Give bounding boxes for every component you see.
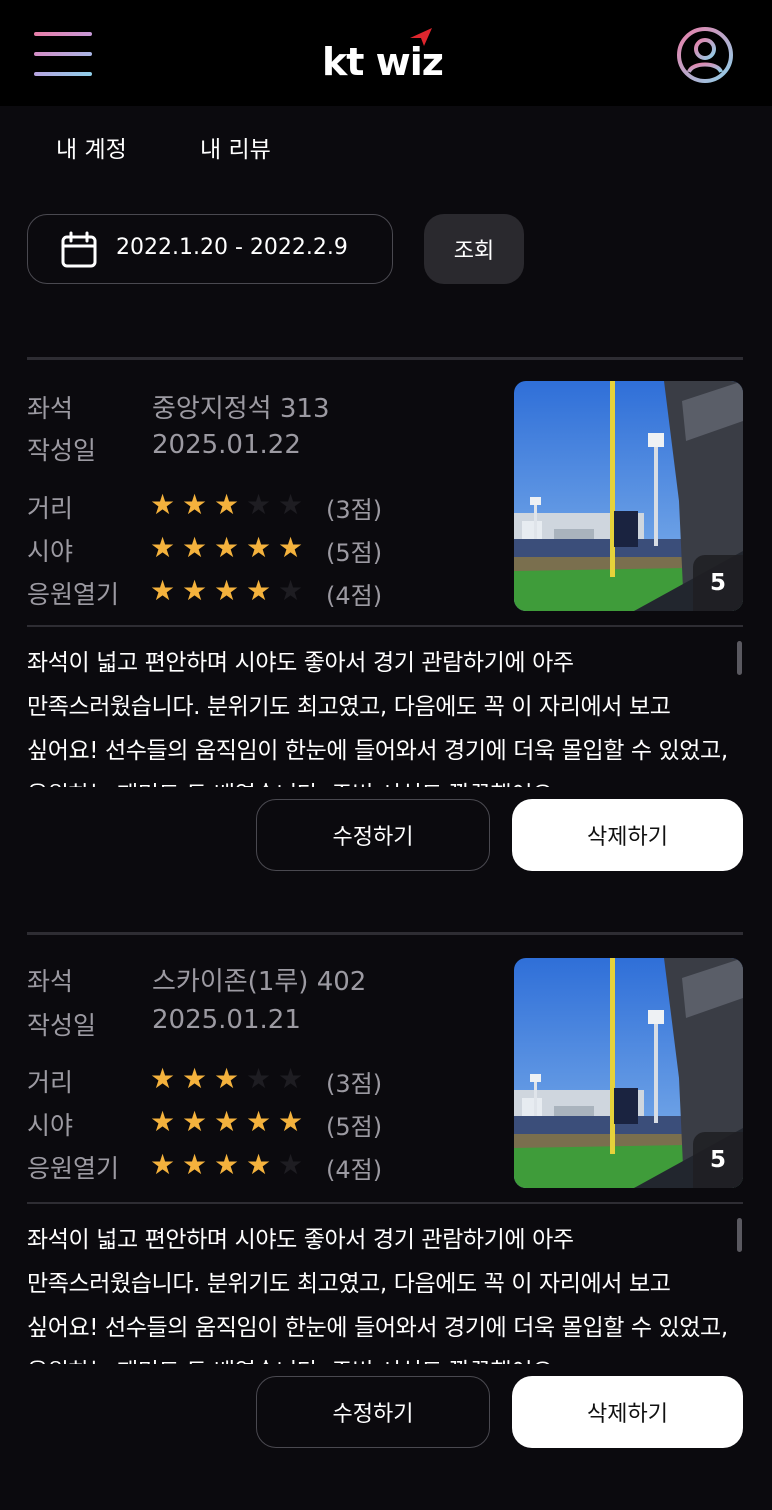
menu-line bbox=[34, 52, 92, 56]
tab-my-reviews[interactable]: 내 리뷰 bbox=[200, 130, 271, 164]
distance-score: (3점) bbox=[326, 496, 383, 524]
cheering-label: 응원열기 bbox=[27, 1154, 120, 1183]
delete-review-button[interactable]: 삭제하기 bbox=[512, 799, 743, 871]
review-text[interactable]: 좌석이 넓고 편안하며 시야도 좋아서 경기 관람하기에 아주 만족스러웠습니다… bbox=[27, 1218, 735, 1364]
card-divider bbox=[27, 932, 743, 935]
star-filled-icon: ★ bbox=[150, 488, 176, 521]
star-filled-icon: ★ bbox=[182, 1062, 208, 1095]
star-filled-icon: ★ bbox=[214, 574, 240, 607]
seat-label: 좌석 bbox=[27, 394, 74, 423]
menu-line bbox=[34, 72, 92, 76]
view-score: (5점) bbox=[326, 1113, 383, 1141]
star-filled-icon: ★ bbox=[150, 1062, 176, 1095]
star-empty-icon: ★ bbox=[278, 1062, 304, 1095]
date-value: 2025.01.21 bbox=[152, 1005, 301, 1035]
distance-label: 거리 bbox=[27, 1068, 74, 1097]
star-filled-icon: ★ bbox=[150, 1105, 176, 1138]
review-photo[interactable]: 5 bbox=[514, 381, 743, 611]
date-range-text: 2022.1.20 - 2022.2.9 bbox=[116, 235, 348, 260]
star-filled-icon: ★ bbox=[214, 1148, 240, 1181]
tab-my-account[interactable]: 내 계정 bbox=[56, 130, 127, 164]
calendar-icon bbox=[61, 231, 97, 268]
seat-value: 중앙지정석 313 bbox=[152, 394, 330, 424]
star-empty-icon: ★ bbox=[278, 1148, 304, 1181]
photo-count-badge: 5 bbox=[693, 1132, 743, 1188]
star-filled-icon: ★ bbox=[214, 1105, 240, 1138]
edit-review-button[interactable]: 수정하기 bbox=[256, 799, 490, 871]
star-filled-icon: ★ bbox=[214, 531, 240, 564]
card-divider bbox=[27, 357, 743, 360]
distance-score: (3점) bbox=[326, 1070, 383, 1098]
review-scrollbar[interactable] bbox=[737, 1218, 742, 1364]
seat-label: 좌석 bbox=[27, 967, 74, 996]
cheering-score: (4점) bbox=[326, 582, 383, 610]
star-filled-icon: ★ bbox=[182, 1105, 208, 1138]
distance-stars: ★ ★ ★ ★ ★ bbox=[150, 489, 310, 521]
view-label: 시야 bbox=[27, 1111, 74, 1140]
view-stars: ★ ★ ★ ★ ★ bbox=[150, 1106, 310, 1138]
review-card: 좌석 스카이존(1루) 402 작성일 2025.01.21 거리 ★ ★ ★ ★ ★ … bbox=[0, 932, 772, 1452]
star-filled-icon: ★ bbox=[214, 1062, 240, 1095]
view-stars: ★ ★ ★ ★ ★ bbox=[150, 532, 310, 564]
star-empty-icon: ★ bbox=[246, 488, 272, 521]
edit-review-button[interactable]: 수정하기 bbox=[256, 1376, 490, 1448]
view-score: (5점) bbox=[326, 539, 383, 567]
date-label: 작성일 bbox=[27, 436, 97, 465]
date-range-picker[interactable]: 2022.1.20 - 2022.2.9 bbox=[27, 214, 393, 284]
star-empty-icon: ★ bbox=[278, 574, 304, 607]
star-filled-icon: ★ bbox=[150, 574, 176, 607]
date-label: 작성일 bbox=[27, 1011, 97, 1040]
star-empty-icon: ★ bbox=[246, 1062, 272, 1095]
review-photo[interactable]: 5 bbox=[514, 958, 743, 1188]
search-button[interactable]: 조회 bbox=[424, 214, 524, 284]
distance-stars: ★ ★ ★ ★ ★ bbox=[150, 1063, 310, 1095]
star-filled-icon: ★ bbox=[278, 1105, 304, 1138]
distance-label: 거리 bbox=[27, 494, 74, 523]
date-value: 2025.01.22 bbox=[152, 430, 301, 460]
star-filled-icon: ★ bbox=[246, 574, 272, 607]
star-filled-icon: ★ bbox=[278, 531, 304, 564]
star-filled-icon: ★ bbox=[214, 488, 240, 521]
review-text[interactable]: 좌석이 넓고 편안하며 시야도 좋아서 경기 관람하기에 아주 만족스러웠습니다… bbox=[27, 641, 735, 787]
star-filled-icon: ★ bbox=[246, 531, 272, 564]
card-divider bbox=[27, 625, 743, 627]
logo-mark-icon bbox=[410, 28, 432, 46]
star-filled-icon: ★ bbox=[246, 1105, 272, 1138]
photo-count-badge: 5 bbox=[693, 555, 743, 611]
cheering-stars: ★ ★ ★ ★ ★ bbox=[150, 1149, 310, 1181]
star-filled-icon: ★ bbox=[182, 531, 208, 564]
menu-line bbox=[34, 32, 92, 36]
user-profile-icon[interactable] bbox=[676, 26, 734, 84]
review-card: 좌석 중앙지정석 313 작성일 2025.01.22 거리 ★ ★ ★ ★ ★ (3점… bbox=[0, 357, 772, 877]
star-empty-icon: ★ bbox=[278, 488, 304, 521]
review-scrollbar[interactable] bbox=[737, 641, 742, 787]
star-filled-icon: ★ bbox=[182, 1148, 208, 1181]
seat-value: 스카이존(1루) 402 bbox=[152, 967, 367, 997]
delete-review-button[interactable]: 삭제하기 bbox=[512, 1376, 743, 1448]
star-filled-icon: ★ bbox=[246, 1148, 272, 1181]
kt-wiz-logo[interactable]: kt wiz bbox=[322, 26, 448, 84]
logo-text: kt wiz bbox=[322, 40, 444, 84]
card-divider bbox=[27, 1202, 743, 1204]
scrollbar-thumb[interactable] bbox=[737, 1218, 742, 1252]
view-label: 시야 bbox=[27, 537, 74, 566]
star-filled-icon: ★ bbox=[150, 531, 176, 564]
app-header: kt wiz bbox=[0, 0, 772, 106]
star-filled-icon: ★ bbox=[150, 1148, 176, 1181]
cheering-label: 응원열기 bbox=[27, 580, 120, 609]
cheering-stars: ★ ★ ★ ★ ★ bbox=[150, 575, 310, 607]
star-filled-icon: ★ bbox=[182, 574, 208, 607]
star-filled-icon: ★ bbox=[182, 488, 208, 521]
hamburger-menu-icon[interactable] bbox=[34, 32, 92, 78]
cheering-score: (4점) bbox=[326, 1156, 383, 1184]
scrollbar-thumb[interactable] bbox=[737, 641, 742, 675]
